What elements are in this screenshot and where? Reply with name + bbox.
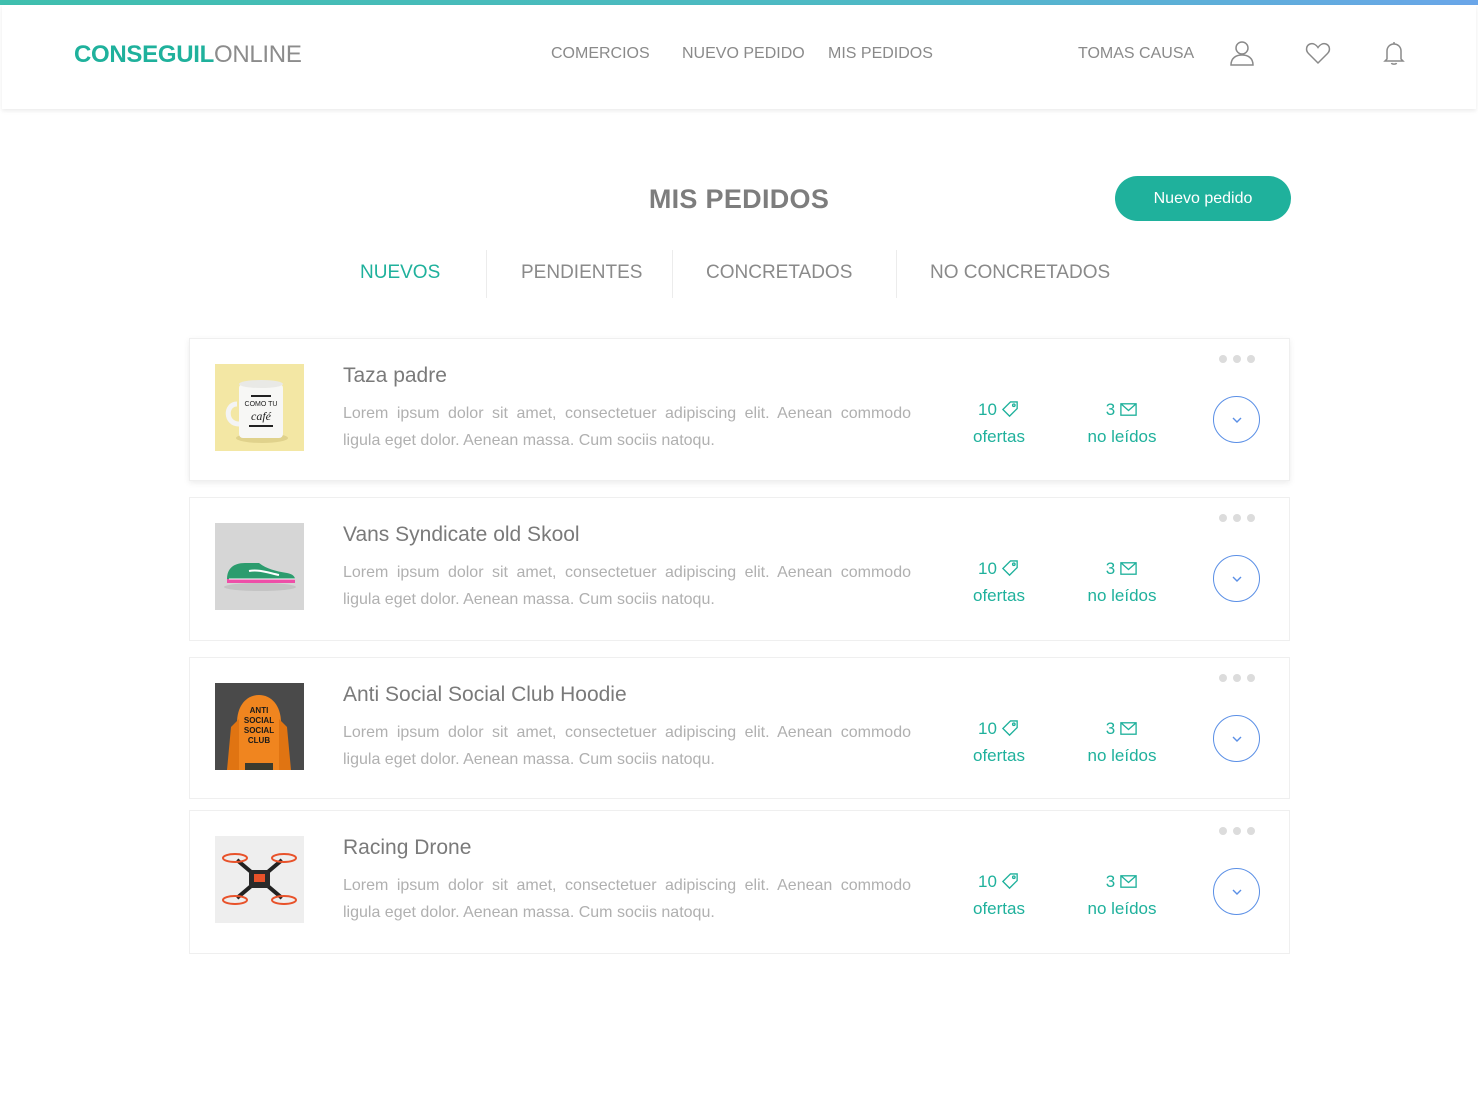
- order-card[interactable]: COMO TU café Taza padre Lorem ipsum dolo…: [189, 338, 1290, 481]
- logo-light: ONLINE: [213, 41, 302, 68]
- tag-icon: [1001, 873, 1018, 890]
- chevron-down-icon: [1232, 889, 1241, 895]
- tab-concretados[interactable]: CONCRETADOS: [706, 262, 852, 284]
- order-title[interactable]: Anti Social Social Club Hoodie: [343, 683, 627, 707]
- mail-icon: [1120, 562, 1137, 575]
- unread-label: no leídos: [1087, 586, 1157, 605]
- user-name[interactable]: TOMAS CAUSA: [1078, 45, 1194, 63]
- tab-pendientes[interactable]: PENDIENTES: [521, 262, 642, 284]
- chevron-down-icon: [1232, 417, 1241, 423]
- sneaker-photo: [215, 523, 304, 610]
- drone-photo: [215, 836, 304, 923]
- offers-count: 10: [978, 872, 997, 891]
- logo-bold: CONSEGUIL: [74, 41, 214, 68]
- more-options-icon[interactable]: [1219, 827, 1259, 837]
- nav-nuevo-pedido[interactable]: NUEVO PEDIDO: [682, 45, 805, 63]
- heart-icon[interactable]: [1304, 39, 1332, 67]
- svg-text:COMO TU: COMO TU: [245, 401, 278, 408]
- unread-stat[interactable]: 3 no leídos: [1062, 868, 1182, 922]
- svg-text:café: café: [251, 409, 272, 423]
- tab-divider: [896, 250, 897, 298]
- tab-no-concretados[interactable]: NO CONCRETADOS: [930, 262, 1110, 284]
- unread-count: 3: [1105, 400, 1116, 419]
- order-card[interactable]: Vans Syndicate old Skool Lorem ipsum dol…: [189, 497, 1290, 641]
- order-card[interactable]: ANTI SOCIAL SOCIAL CLUB Anti Social Soci…: [189, 657, 1290, 799]
- chevron-down-icon: [1232, 576, 1241, 582]
- more-options-icon[interactable]: [1219, 674, 1259, 684]
- offers-stat[interactable]: 10 ofertas: [939, 555, 1059, 609]
- unread-stat[interactable]: 3 no leídos: [1062, 715, 1182, 769]
- unread-count: 3: [1105, 872, 1116, 891]
- tab-nuevos[interactable]: NUEVOS: [360, 262, 440, 284]
- order-status-tabs: NUEVOS PENDIENTES CONCRETADOS NO CONCRET…: [0, 250, 1478, 298]
- nav-comercios[interactable]: COMERCIOS: [551, 45, 650, 63]
- tab-divider: [486, 250, 487, 298]
- hoodie-photo: ANTI SOCIAL SOCIAL CLUB: [215, 683, 304, 770]
- site-header: CONSEGUILONLINE COMERCIOS NUEVO PEDIDO M…: [2, 5, 1476, 109]
- offers-count: 10: [978, 559, 997, 578]
- mug-photo: COMO TU café: [215, 364, 304, 451]
- new-order-button[interactable]: Nuevo pedido: [1115, 176, 1291, 221]
- order-description: Lorem ipsum dolor sit amet, consectetuer…: [343, 724, 911, 768]
- order-description: Lorem ipsum dolor sit amet, consectetuer…: [343, 405, 911, 449]
- mail-icon: [1120, 403, 1137, 416]
- unread-label: no leídos: [1087, 427, 1157, 446]
- offers-label: ofertas: [973, 746, 1025, 765]
- unread-label: no leídos: [1087, 899, 1157, 918]
- tab-divider: [672, 250, 673, 298]
- unread-label: no leídos: [1087, 746, 1157, 765]
- svg-text:SOCIAL: SOCIAL: [244, 716, 274, 725]
- order-description: Lorem ipsum dolor sit amet, consectetuer…: [343, 564, 911, 608]
- unread-count: 3: [1105, 719, 1116, 738]
- expand-button[interactable]: [1213, 715, 1260, 762]
- bell-icon[interactable]: [1380, 39, 1408, 67]
- tag-icon: [1001, 401, 1018, 418]
- offers-label: ofertas: [973, 586, 1025, 605]
- offers-label: ofertas: [973, 899, 1025, 918]
- logo[interactable]: CONSEGUILONLINE: [74, 41, 302, 69]
- tag-icon: [1001, 560, 1018, 577]
- offers-stat[interactable]: 10 ofertas: [939, 715, 1059, 769]
- mail-icon: [1120, 875, 1137, 888]
- unread-count: 3: [1105, 559, 1116, 578]
- offers-count: 10: [978, 400, 997, 419]
- more-options-icon[interactable]: [1219, 355, 1259, 365]
- unread-stat[interactable]: 3 no leídos: [1062, 396, 1182, 450]
- order-description: Lorem ipsum dolor sit amet, consectetuer…: [343, 877, 911, 921]
- svg-text:SOCIAL: SOCIAL: [244, 726, 274, 735]
- chevron-down-icon: [1232, 736, 1241, 742]
- order-title[interactable]: Taza padre: [343, 364, 447, 388]
- svg-text:ANTI: ANTI: [250, 706, 269, 715]
- tag-icon: [1001, 720, 1018, 737]
- mail-icon: [1120, 722, 1137, 735]
- expand-button[interactable]: [1213, 868, 1260, 915]
- user-icon[interactable]: [1228, 39, 1256, 67]
- expand-button[interactable]: [1213, 396, 1260, 443]
- offers-label: ofertas: [973, 427, 1025, 446]
- offers-stat[interactable]: 10 ofertas: [939, 396, 1059, 450]
- unread-stat[interactable]: 3 no leídos: [1062, 555, 1182, 609]
- order-title[interactable]: Vans Syndicate old Skool: [343, 523, 580, 547]
- order-card[interactable]: Racing Drone Lorem ipsum dolor sit amet,…: [189, 810, 1290, 954]
- offers-stat[interactable]: 10 ofertas: [939, 868, 1059, 922]
- expand-button[interactable]: [1213, 555, 1260, 602]
- order-title[interactable]: Racing Drone: [343, 836, 471, 860]
- nav-mis-pedidos[interactable]: MIS PEDIDOS: [828, 45, 933, 63]
- offers-count: 10: [978, 719, 997, 738]
- more-options-icon[interactable]: [1219, 514, 1259, 524]
- svg-text:CLUB: CLUB: [248, 736, 270, 745]
